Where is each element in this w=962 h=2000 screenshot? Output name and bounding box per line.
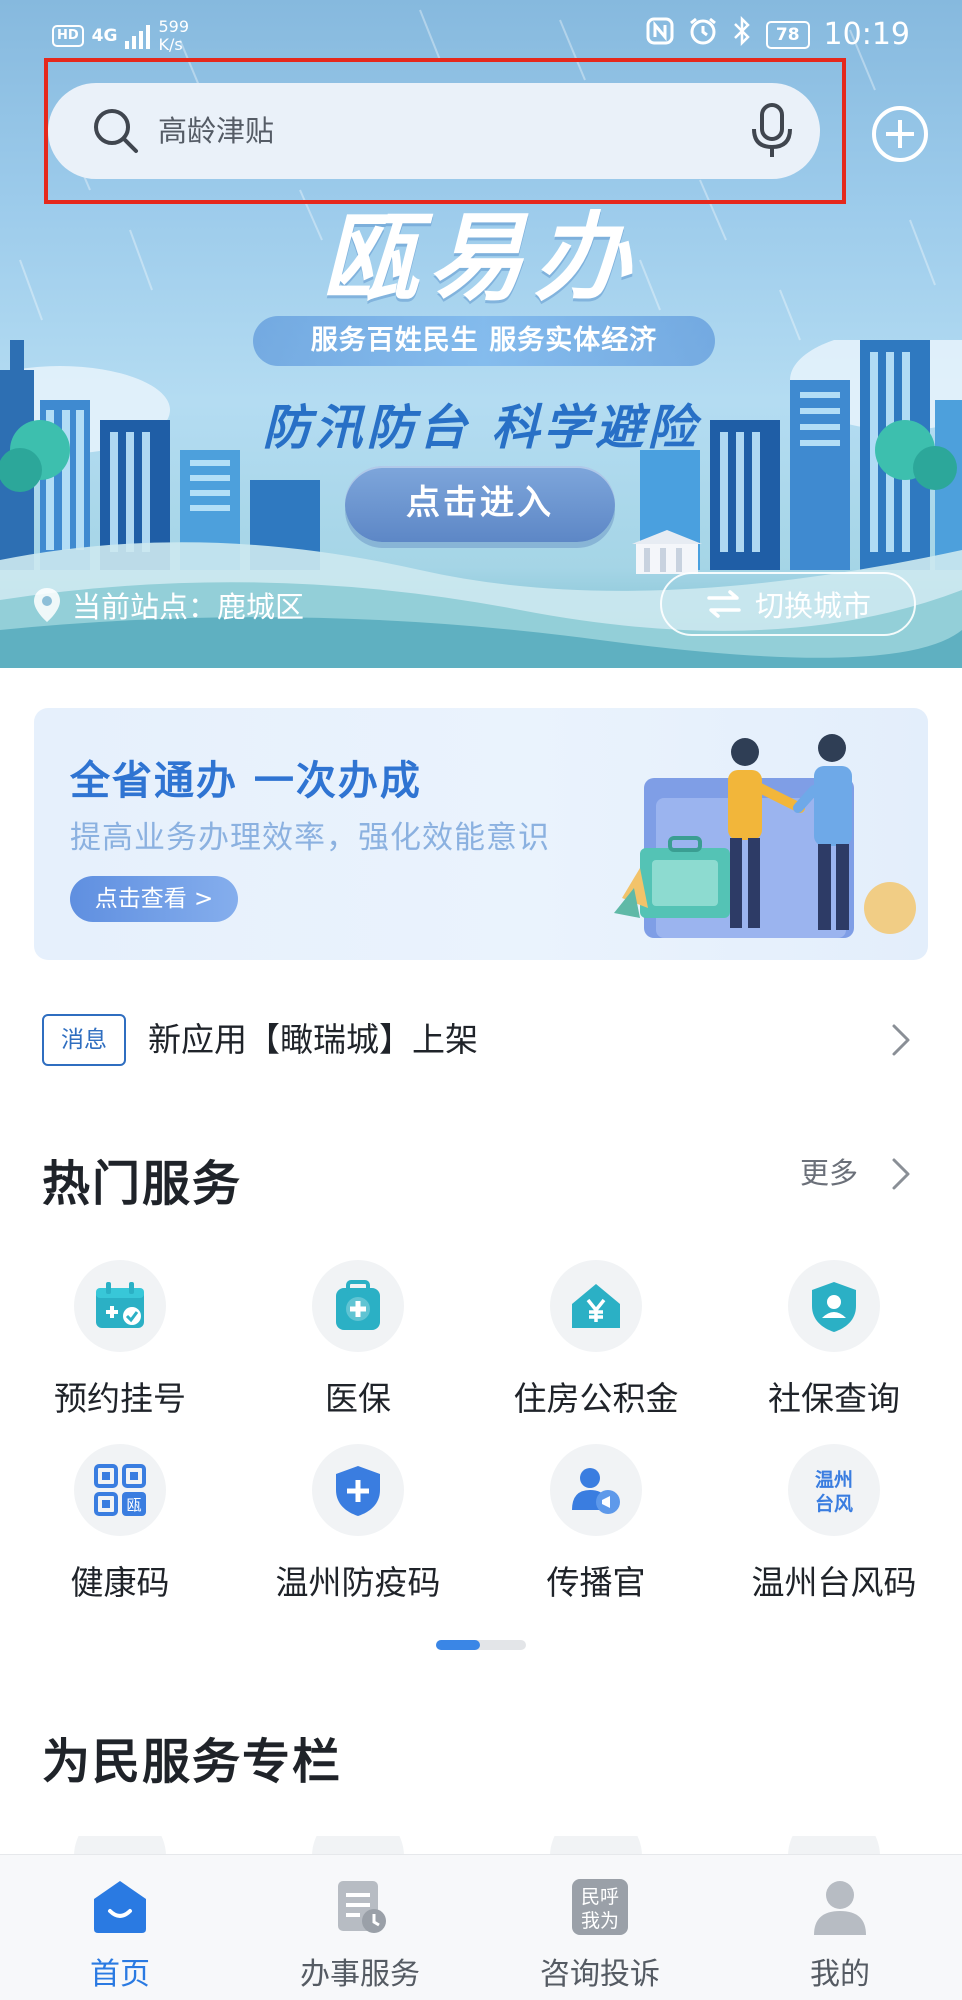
service-typhoon-code[interactable]: 温州 台风 温州台风码: [714, 1444, 954, 1604]
typhoon-code-icon: 温州 台风: [788, 1444, 880, 1536]
svg-text:民呼: 民呼: [581, 1886, 619, 1908]
service-label: 温州防疫码: [275, 1563, 441, 1602]
section-icons-peek: [74, 1836, 880, 1856]
network-type: 4G: [91, 26, 118, 46]
status-left: HD 4G 599 K/s: [52, 18, 189, 54]
search-bar[interactable]: 高龄津贴: [48, 83, 820, 179]
more-label[interactable]: 更多: [800, 1156, 858, 1190]
brand-logo: 瓯易办: [0, 208, 962, 308]
pager-indicator: [436, 1640, 480, 1650]
swap-icon: [707, 590, 741, 618]
add-button[interactable]: [870, 104, 930, 164]
people-call-icon: 民呼 我为: [572, 1879, 628, 1935]
nav-label: 我的: [810, 1957, 870, 1992]
promo-subtitle: 提高业务办理效率，强化效能意识: [70, 820, 550, 856]
clock: 10:19: [823, 17, 910, 52]
nav-label: 首页: [90, 1957, 150, 1992]
people-section-title: 为民服务专栏: [42, 1734, 343, 1790]
more-link[interactable]: 更多: [800, 1150, 858, 1192]
shield-plus-icon: [312, 1444, 404, 1536]
nav-mine[interactable]: 我的: [720, 1855, 960, 2000]
slogan-pill: 服务百姓民生 服务实体经济: [253, 316, 715, 366]
typhoon-icon-text-2: 台风: [815, 1492, 853, 1515]
notice-tag: 消息: [42, 1014, 126, 1066]
net-speed: 599 K/s: [158, 18, 189, 54]
current-location: 当前站点：鹿城区: [32, 584, 304, 626]
service-label: 住房公积金: [513, 1379, 679, 1418]
nfc-icon: [646, 17, 674, 52]
more-chevron-icon[interactable]: [890, 1156, 912, 1192]
campaign-title: 防汛防台 科学避险: [262, 400, 700, 456]
promo-view-button[interactable]: 点击查看 >: [70, 876, 238, 922]
promo-title: 全省通办 一次办成: [70, 758, 422, 804]
nav-services[interactable]: 办事服务: [240, 1855, 480, 2000]
service-label: 健康码: [70, 1563, 170, 1602]
bluetooth-icon: [732, 15, 752, 53]
calendar-check-icon: [74, 1260, 166, 1352]
service-appointment[interactable]: 预约挂号: [0, 1260, 240, 1420]
house-yuan-icon: [550, 1260, 642, 1352]
service-communicator[interactable]: 传播官: [476, 1444, 716, 1604]
notice-text[interactable]: 新应用【瞰瑞城】上架: [148, 1018, 478, 1062]
service-housing-fund[interactable]: 住房公积金: [476, 1260, 716, 1420]
hero-banner[interactable]: HD 4G 599 K/s 78 10:19 高龄津贴 瓯易办 服务百姓民生 服…: [0, 0, 962, 668]
search-input-placeholder[interactable]: 高龄津贴: [158, 109, 274, 153]
microphone-icon[interactable]: [750, 103, 794, 159]
enter-button[interactable]: 点击进入: [345, 466, 615, 542]
nav-home[interactable]: 首页: [0, 1855, 240, 2000]
shield-user-icon: [788, 1260, 880, 1352]
user-icon: [814, 1881, 866, 1935]
chevron-right-icon[interactable]: [890, 1022, 912, 1058]
service-medical-insurance[interactable]: 医保: [238, 1260, 478, 1420]
service-health-code[interactable]: 瓯 健康码: [0, 1444, 240, 1604]
qr-icon-text: 瓯: [126, 1496, 141, 1514]
battery-indicator: 78: [765, 20, 810, 49]
hd-badge: HD: [52, 25, 84, 47]
location-pin-icon: [34, 588, 60, 622]
nav-label: 办事服务: [300, 1957, 420, 1992]
medical-kit-icon: [312, 1260, 404, 1352]
signal-icon: [125, 23, 151, 49]
document-clock-icon: [338, 1881, 386, 1933]
notice-bar[interactable]: 消息 新应用【瞰瑞城】上架: [40, 1010, 922, 1070]
service-label: 温州台风码: [751, 1563, 917, 1602]
bottom-nav: 首页 办事服务 民呼 我为 咨询投诉 我的: [0, 1854, 962, 2000]
person-megaphone-icon: [550, 1444, 642, 1536]
svg-text:我为: 我为: [581, 1910, 619, 1932]
typhoon-icon-text: 温州: [815, 1469, 853, 1491]
alarm-icon: [688, 16, 718, 53]
service-label: 传播官: [546, 1563, 646, 1602]
status-right: 78 10:19: [646, 15, 910, 53]
net-speed-unit: K/s: [158, 35, 183, 54]
service-epidemic-code[interactable]: 温州防疫码: [238, 1444, 478, 1604]
handshake-illustration: [614, 734, 916, 938]
qr-code-icon: 瓯: [74, 1444, 166, 1536]
service-social-security[interactable]: 社保查询: [714, 1260, 954, 1420]
nav-consult[interactable]: 民呼 我为 咨询投诉: [480, 1855, 720, 2000]
service-label: 医保: [325, 1379, 391, 1418]
net-speed-value: 599: [158, 17, 190, 36]
service-label: 预约挂号: [54, 1379, 186, 1418]
service-label: 社保查询: [768, 1379, 900, 1418]
search-icon: [94, 109, 138, 153]
location-label: 当前站点：鹿城区: [72, 590, 305, 624]
switch-city-label: 切换城市: [754, 589, 871, 623]
switch-city-button[interactable]: 切换城市: [660, 572, 916, 636]
brand-title: 瓯易办: [322, 202, 640, 314]
hot-services-title: 热门服务: [42, 1156, 243, 1212]
promo-card[interactable]: 全省通办 一次办成 提高业务办理效率，强化效能意识 点击查看 >: [34, 708, 928, 960]
home-icon: [94, 1881, 146, 1933]
nav-label: 咨询投诉: [540, 1957, 660, 1992]
